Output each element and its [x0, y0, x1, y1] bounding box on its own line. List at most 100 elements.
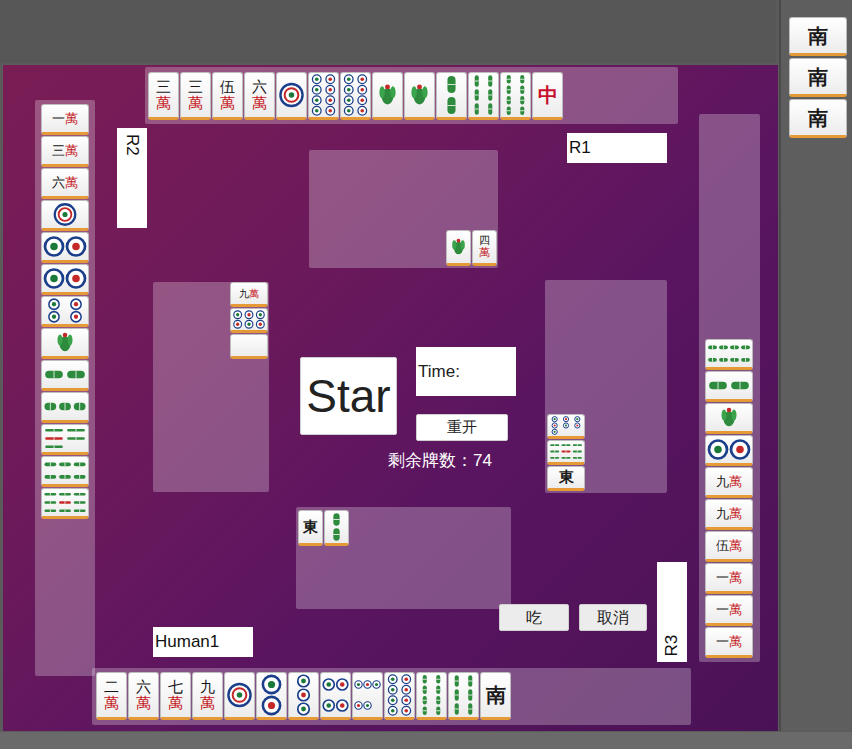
- dots-icon: [43, 202, 87, 227]
- dots-icon: [226, 674, 253, 716]
- bamboo-icon: [707, 373, 751, 398]
- bamboo-icon: [43, 426, 87, 451]
- tile-text: 南: [808, 26, 828, 46]
- dots-icon: [43, 234, 87, 259]
- mahjong-tile: [468, 72, 499, 120]
- action-button[interactable]: 取消: [579, 604, 647, 631]
- tile-text: 東: [559, 470, 574, 485]
- mahjong-tile[interactable]: 二萬: [96, 672, 127, 720]
- mahjong-tile: [230, 334, 268, 359]
- tile-text: 九萬: [716, 475, 742, 488]
- mahjong-tile: [276, 72, 307, 120]
- remaining-count: 剩余牌数：74: [388, 448, 492, 474]
- player-label: R2: [117, 128, 147, 228]
- mahjong-tile[interactable]: [416, 672, 447, 720]
- mahjong-tile: [705, 339, 753, 370]
- tile-text: 南: [808, 67, 828, 87]
- bamboo-icon: [43, 490, 87, 515]
- dots-icon: [707, 437, 751, 462]
- mahjong-tile: 三萬: [180, 72, 211, 120]
- bamboo-icon: [438, 74, 465, 116]
- bamboo-icon: [406, 74, 433, 116]
- top-bar: [0, 0, 776, 63]
- tile-text: 九萬: [200, 679, 215, 712]
- dots-icon: [43, 266, 87, 291]
- dots-icon: [290, 674, 317, 716]
- mahjong-tile: 南: [789, 58, 847, 97]
- mahjong-tile: [41, 424, 89, 455]
- tile-text: 九萬: [239, 289, 259, 299]
- mahjong-tile[interactable]: [256, 672, 287, 720]
- tile-text: 一萬: [52, 112, 78, 125]
- mahjong-tile: [705, 403, 753, 434]
- bamboo-icon: [43, 458, 87, 483]
- mahjong-tile: 六萬: [41, 168, 89, 199]
- discard-area: 東: [296, 507, 511, 609]
- mahjong-tile: [324, 510, 349, 546]
- mahjong-tile: [705, 435, 753, 466]
- mahjong-tile: [372, 72, 403, 120]
- mahjong-tile[interactable]: 九萬: [192, 672, 223, 720]
- bamboo-icon: [502, 74, 529, 116]
- player-label: R1: [567, 133, 667, 163]
- mahjong-tile: [41, 264, 89, 295]
- dots-icon: [386, 674, 413, 716]
- mahjong-tile: 伍萬: [705, 531, 753, 562]
- player-name: R2: [119, 134, 145, 156]
- restart-button[interactable]: 重开: [416, 414, 508, 441]
- mahjong-tile[interactable]: [384, 672, 415, 720]
- tile-text: 六萬: [136, 679, 151, 712]
- player-hand: 二萬六萬七萬九萬 南: [92, 668, 691, 725]
- bamboo-icon: [43, 330, 87, 355]
- mahjong-tile: 九萬: [230, 282, 268, 307]
- mahjong-tile: [230, 308, 268, 333]
- mahjong-tile: [547, 440, 585, 465]
- mahjong-tile: [41, 392, 89, 423]
- mahjong-tile[interactable]: [448, 672, 479, 720]
- mahjong-tile: 一萬: [705, 627, 753, 658]
- dots-icon: [322, 674, 349, 716]
- mahjong-tile[interactable]: 七萬: [160, 672, 191, 720]
- mahjong-tile: [41, 200, 89, 231]
- bamboo-icon: [326, 512, 347, 542]
- tile-text: 一萬: [716, 635, 742, 648]
- bamboo-icon: [374, 74, 401, 116]
- mahjong-tile: 一萬: [41, 104, 89, 135]
- tile-text: 三萬: [188, 79, 203, 112]
- mahjong-tile: 南: [789, 99, 847, 138]
- tile-text: 中: [538, 85, 558, 105]
- dots-icon: [310, 74, 337, 116]
- player-label: Human1: [153, 627, 253, 657]
- mahjong-tile[interactable]: [352, 672, 383, 720]
- mahjong-tile[interactable]: [224, 672, 255, 720]
- mahjong-tile: 六萬: [244, 72, 275, 120]
- mahjong-tile: 伍萬: [212, 72, 243, 120]
- player-hand: 九萬九萬伍萬一萬一萬一萬: [699, 114, 760, 662]
- mahjong-tile: [705, 371, 753, 402]
- mahjong-tile[interactable]: 南: [480, 672, 511, 720]
- mahjong-tile: 三萬: [148, 72, 179, 120]
- mahjong-tile[interactable]: [320, 672, 351, 720]
- bottom-bar: [0, 732, 852, 749]
- player-hand: 一萬三萬六萬: [35, 100, 95, 676]
- mahjong-tile: [404, 72, 435, 120]
- action-button[interactable]: 吃: [499, 604, 569, 631]
- tile-text: 四萬: [479, 235, 490, 259]
- mahjong-tile: [436, 72, 467, 120]
- time-display: Time:: [416, 347, 516, 396]
- mahjong-tile: [41, 328, 89, 359]
- mahjong-tile[interactable]: 六萬: [128, 672, 159, 720]
- wall-tiles: 南南南: [789, 17, 847, 138]
- mahjong-tile: 九萬: [705, 499, 753, 530]
- tile-text: 三萬: [52, 144, 78, 157]
- tile-text: 東: [303, 520, 318, 535]
- tile-text: 六萬: [52, 176, 78, 189]
- dots-icon: [342, 74, 369, 116]
- discard-area: 東: [545, 280, 667, 493]
- start-button[interactable]: Star: [300, 357, 397, 435]
- mahjong-tile[interactable]: [288, 672, 319, 720]
- mahjong-tile: [547, 414, 585, 439]
- dots-icon: [549, 416, 583, 435]
- dots-icon: [354, 674, 381, 716]
- bamboo-icon: [707, 341, 751, 366]
